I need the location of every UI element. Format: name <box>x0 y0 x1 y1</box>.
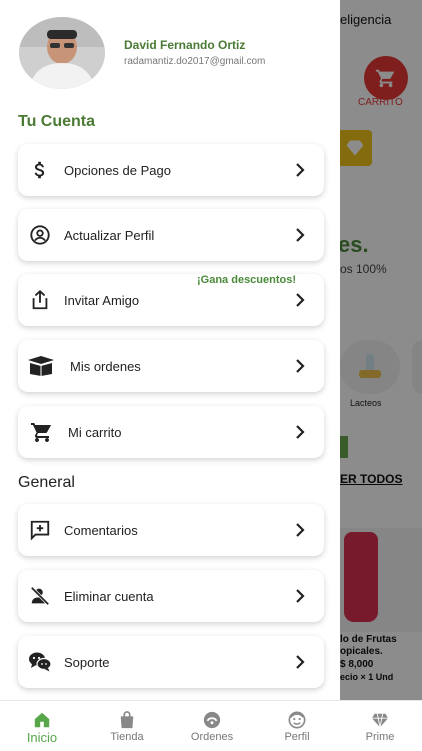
nav-tab-ordenes[interactable]: Ordenes <box>170 701 254 751</box>
box-icon <box>26 354 56 378</box>
bag-icon <box>120 711 134 729</box>
side-drawer: David Fernando Ortiz radamantiz.do2017@g… <box>0 0 340 700</box>
menu-item-soporte[interactable]: Soporte <box>18 636 324 688</box>
cart-icon <box>28 420 56 444</box>
user-circle-icon <box>28 223 52 247</box>
menu-item-label: Opciones de Pago <box>64 162 171 178</box>
menu-item-label: Mi carrito <box>68 424 122 440</box>
home-icon <box>34 712 50 728</box>
section-title-account: Tu Cuenta <box>18 113 96 130</box>
diamond-icon <box>371 713 389 728</box>
dollar-icon <box>28 158 52 182</box>
nav-tab-label: Prime <box>365 731 395 743</box>
menu-item-label: Mis ordenes <box>70 358 141 374</box>
promo-text: ¡Gana descuentos! <box>197 274 297 286</box>
nav-tab-prime[interactable]: Prime <box>338 701 422 751</box>
bottom-nav: Inicio Tienda Ordenes Perfil Prime <box>0 700 422 751</box>
menu-item-comentarios[interactable]: Comentarios <box>18 504 324 556</box>
chevron-right-icon <box>296 589 305 603</box>
user-remove-icon <box>28 584 52 608</box>
section-title-general: General <box>18 474 75 491</box>
menu-item-label: Actualizar Perfil <box>64 227 155 243</box>
share-icon <box>28 288 52 312</box>
menu-item-mis-ordenes[interactable]: Mis ordenes <box>18 340 324 392</box>
menu-item-opciones-de-pago[interactable]: Opciones de Pago <box>18 144 324 196</box>
face-icon <box>288 711 306 729</box>
chevron-right-icon <box>296 228 305 242</box>
menu-item-mi-carrito[interactable]: Mi carrito <box>18 406 324 458</box>
chat-icon <box>28 650 52 674</box>
nav-tab-label: Inicio <box>26 730 58 745</box>
nav-tab-tienda[interactable]: Tienda <box>85 701 169 751</box>
menu-item-label: Eliminar cuenta <box>64 588 154 604</box>
nav-tab-label: Ordenes <box>190 731 234 743</box>
menu-item-label: Invitar Amigo <box>64 292 140 308</box>
avatar[interactable] <box>19 17 105 89</box>
menu-item-eliminar-cuenta[interactable]: Eliminar cuenta <box>18 570 324 622</box>
user-email: radamantiz.do2017@gmail.com <box>124 56 266 67</box>
chevron-right-icon <box>296 359 305 373</box>
user-name: David Fernando Ortiz <box>124 38 246 52</box>
avatar-photo <box>19 17 105 89</box>
orders-icon <box>203 711 221 729</box>
nav-tab-perfil[interactable]: Perfil <box>255 701 339 751</box>
nav-tab-label: Tienda <box>110 731 144 743</box>
chevron-right-icon <box>296 425 305 439</box>
chevron-right-icon <box>296 655 305 669</box>
nav-tab-label: Perfil <box>284 731 310 743</box>
chevron-right-icon <box>296 523 305 537</box>
menu-item-actualizar-perfil[interactable]: Actualizar Perfil <box>18 209 324 261</box>
chevron-right-icon <box>296 163 305 177</box>
chevron-right-icon <box>296 293 305 307</box>
comment-add-icon <box>28 518 52 542</box>
menu-item-label: Comentarios <box>64 522 138 538</box>
menu-item-label: Soporte <box>64 654 110 670</box>
nav-tab-inicio[interactable]: Inicio <box>0 701 84 751</box>
